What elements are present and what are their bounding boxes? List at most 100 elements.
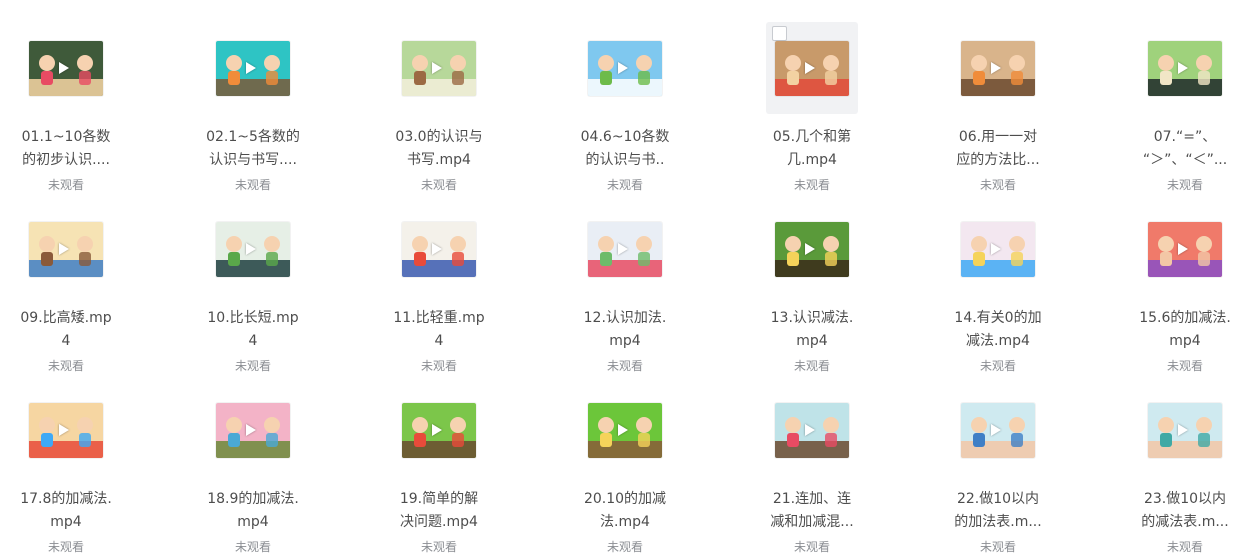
video-thumbnail[interactable] [216, 222, 290, 277]
file-name[interactable]: 10.比长短.mp 4 [201, 307, 305, 353]
play-icon[interactable] [1178, 243, 1188, 255]
video-thumbnail[interactable] [29, 403, 103, 458]
video-thumbnail[interactable] [402, 403, 476, 458]
video-thumbnail[interactable] [775, 403, 849, 458]
video-thumbnail[interactable] [775, 41, 849, 96]
play-icon[interactable] [246, 424, 256, 436]
file-name[interactable]: 15.6的加减法. mp4 [1133, 307, 1237, 353]
video-thumbnail[interactable] [402, 222, 476, 277]
play-icon[interactable] [805, 62, 815, 74]
thumbnail-container[interactable] [579, 203, 671, 295]
video-thumbnail[interactable] [1148, 403, 1222, 458]
video-file-tile[interactable]: 13.认识减法. mp4 未观看 [764, 201, 860, 379]
video-thumbnail[interactable] [588, 403, 662, 458]
file-name[interactable]: 13.认识减法. mp4 [760, 307, 864, 353]
thumbnail-container[interactable] [20, 384, 112, 476]
thumbnail-container[interactable] [207, 203, 299, 295]
video-file-tile[interactable]: 23.做10以内 的减法表.m... 未观看 [1137, 382, 1233, 560]
video-file-tile[interactable]: 06.用一一对 应的方法比... 未观看 [950, 20, 1046, 198]
play-icon[interactable] [805, 243, 815, 255]
play-icon[interactable] [59, 243, 69, 255]
video-file-tile[interactable]: 11.比轻重.mp 4 未观看 [391, 201, 487, 379]
thumbnail-container[interactable] [952, 203, 1044, 295]
video-thumbnail[interactable] [29, 41, 103, 96]
video-file-tile[interactable]: 01.1~10各数 的初步认识.... 未观看 [18, 20, 114, 198]
video-thumbnail[interactable] [216, 41, 290, 96]
thumbnail-container[interactable] [766, 203, 858, 295]
file-name[interactable]: 02.1~5各数的 认识与书写.... [201, 126, 305, 172]
play-icon[interactable] [432, 424, 442, 436]
file-name[interactable]: 05.几个和第 几.mp4 [760, 126, 864, 172]
thumbnail-container[interactable] [579, 22, 671, 114]
video-file-tile[interactable]: 03.0的认识与 书写.mp4 未观看 [391, 20, 487, 198]
video-file-tile[interactable]: 05.几个和第 几.mp4 未观看 [764, 20, 860, 198]
thumbnail-container[interactable] [952, 384, 1044, 476]
play-icon[interactable] [1178, 62, 1188, 74]
video-thumbnail[interactable] [588, 222, 662, 277]
video-thumbnail[interactable] [1148, 222, 1222, 277]
play-icon[interactable] [618, 62, 628, 74]
select-checkbox[interactable] [772, 26, 787, 41]
video-file-tile[interactable]: 10.比长短.mp 4 未观看 [205, 201, 301, 379]
video-file-tile[interactable]: 07.“=”、 “＞”、“＜”... 未观看 [1137, 20, 1233, 198]
thumbnail-container[interactable] [207, 22, 299, 114]
video-thumbnail[interactable] [961, 222, 1035, 277]
file-name[interactable]: 19.简单的解 决问题.mp4 [387, 488, 491, 534]
play-icon[interactable] [1178, 424, 1188, 436]
thumbnail-container[interactable] [393, 203, 485, 295]
video-file-tile[interactable]: 17.8的加减法. mp4 未观看 [18, 382, 114, 560]
video-thumbnail[interactable] [29, 222, 103, 277]
video-file-tile[interactable]: 15.6的加减法. mp4 未观看 [1137, 201, 1233, 379]
file-name[interactable]: 14.有关0的加 减法.mp4 [946, 307, 1050, 353]
video-thumbnail[interactable] [588, 41, 662, 96]
play-icon[interactable] [432, 62, 442, 74]
thumbnail-container[interactable] [393, 384, 485, 476]
file-name[interactable]: 11.比轻重.mp 4 [387, 307, 491, 353]
thumbnail-container[interactable] [1139, 22, 1231, 114]
thumbnail-container[interactable] [20, 22, 112, 114]
video-file-tile[interactable]: 22.做10以内 的加法表.m... 未观看 [950, 382, 1046, 560]
play-icon[interactable] [59, 424, 69, 436]
file-name[interactable]: 23.做10以内 的减法表.m... [1133, 488, 1237, 534]
file-name[interactable]: 17.8的加减法. mp4 [14, 488, 118, 534]
video-file-tile[interactable]: 02.1~5各数的 认识与书写.... 未观看 [205, 20, 301, 198]
video-file-tile[interactable]: 19.简单的解 决问题.mp4 未观看 [391, 382, 487, 560]
file-name[interactable]: 20.10的加减 法.mp4 [573, 488, 677, 534]
play-icon[interactable] [618, 243, 628, 255]
thumbnail-container[interactable] [1139, 384, 1231, 476]
thumbnail-container[interactable] [393, 22, 485, 114]
play-icon[interactable] [618, 424, 628, 436]
video-thumbnail[interactable] [775, 222, 849, 277]
thumbnail-container[interactable] [20, 203, 112, 295]
file-name[interactable]: 18.9的加减法. mp4 [201, 488, 305, 534]
file-name[interactable]: 12.认识加法. mp4 [573, 307, 677, 353]
play-icon[interactable] [991, 424, 1001, 436]
thumbnail-container[interactable] [952, 22, 1044, 114]
video-thumbnail[interactable] [1148, 41, 1222, 96]
file-name[interactable]: 22.做10以内 的加法表.m... [946, 488, 1050, 534]
file-name[interactable]: 21.连加、连 减和加减混... [760, 488, 864, 534]
file-name[interactable]: 03.0的认识与 书写.mp4 [387, 126, 491, 172]
thumbnail-container[interactable] [207, 384, 299, 476]
file-name[interactable]: 01.1~10各数 的初步认识.... [14, 126, 118, 172]
play-icon[interactable] [991, 62, 1001, 74]
video-file-tile[interactable]: 09.比高矮.mp 4 未观看 [18, 201, 114, 379]
video-file-tile[interactable]: 14.有关0的加 减法.mp4 未观看 [950, 201, 1046, 379]
thumbnail-container[interactable] [766, 384, 858, 476]
play-icon[interactable] [246, 243, 256, 255]
video-file-tile[interactable]: 12.认识加法. mp4 未观看 [577, 201, 673, 379]
play-icon[interactable] [991, 243, 1001, 255]
video-file-tile[interactable]: 20.10的加减 法.mp4 未观看 [577, 382, 673, 560]
video-thumbnail[interactable] [216, 403, 290, 458]
thumbnail-container[interactable] [579, 384, 671, 476]
play-icon[interactable] [59, 62, 69, 74]
play-icon[interactable] [246, 62, 256, 74]
play-icon[interactable] [432, 243, 442, 255]
file-name[interactable]: 04.6~10各数 的认识与书.. [573, 126, 677, 172]
video-file-tile[interactable]: 18.9的加减法. mp4 未观看 [205, 382, 301, 560]
video-thumbnail[interactable] [961, 41, 1035, 96]
file-name[interactable]: 09.比高矮.mp 4 [14, 307, 118, 353]
file-name[interactable]: 06.用一一对 应的方法比... [946, 126, 1050, 172]
video-file-tile[interactable]: 04.6~10各数 的认识与书.. 未观看 [577, 20, 673, 198]
thumbnail-container[interactable] [766, 22, 858, 114]
